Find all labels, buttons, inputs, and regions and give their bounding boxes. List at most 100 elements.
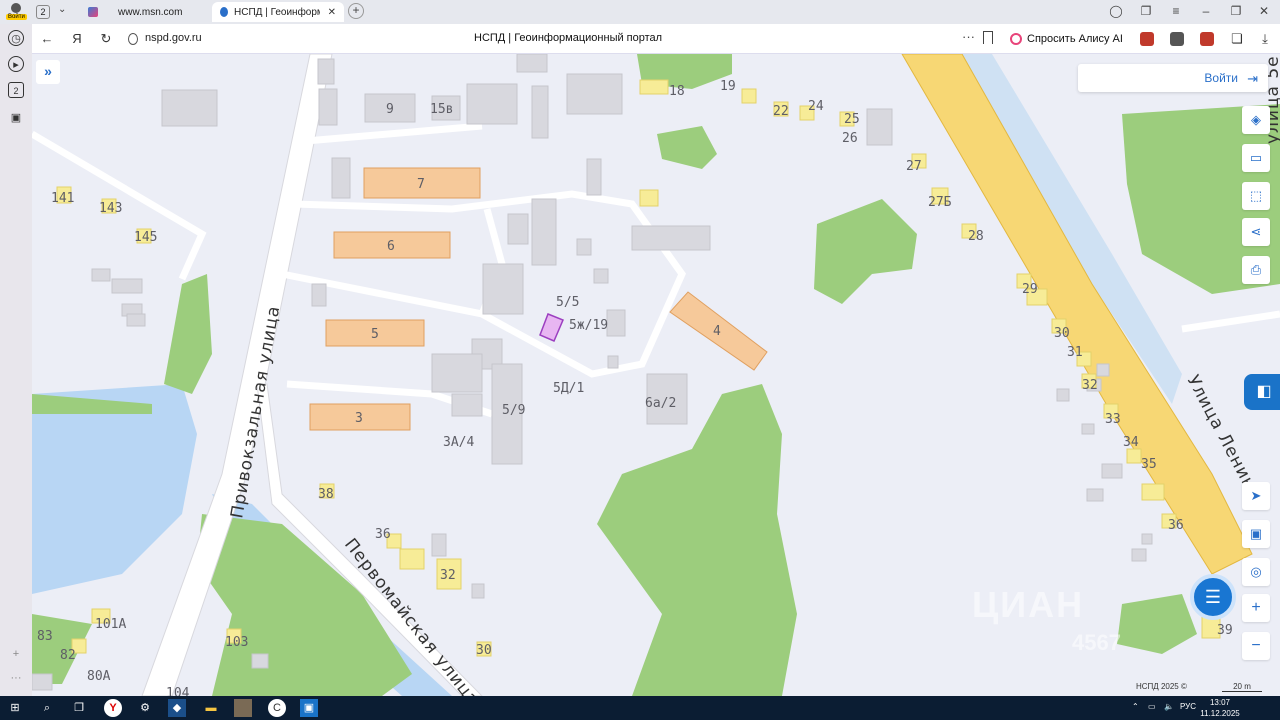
more-icon[interactable]: ··· (8, 670, 24, 686)
login-label: Войти (1204, 71, 1238, 85)
house-label: 19 (720, 79, 736, 94)
house-label: 36 (375, 527, 391, 542)
back-arrow-icon[interactable]: ← (38, 30, 56, 48)
language-indicator[interactable]: РУС (1180, 702, 1196, 711)
house-label: 31 (1067, 345, 1083, 360)
zoom-out-button[interactable]: − (1242, 632, 1270, 660)
page-title: НСПД | Геоинформационный портал (474, 32, 663, 44)
navigate-icon[interactable]: ➤ (1242, 482, 1270, 510)
location-icon[interactable]: ◎ (1242, 558, 1270, 586)
house-label: 143 (99, 201, 122, 216)
house-label: 26 (842, 131, 858, 146)
parcel-label: 5 (371, 327, 379, 342)
ask-alice-button[interactable]: Спросить Алису AI (1004, 29, 1129, 49)
share-icon[interactable]: ⋖ (1242, 218, 1270, 246)
close-window-icon[interactable]: ✕ (1256, 4, 1272, 18)
house-label: 6а/2 (645, 396, 676, 411)
house-label: 34 (1123, 435, 1139, 450)
house-label: 5/5 (556, 295, 579, 310)
chat-icon[interactable]: ☰ (1190, 574, 1236, 620)
house-label: 104 (166, 686, 190, 696)
house-label: 145 (134, 230, 157, 245)
house-label: 35 (1141, 457, 1157, 472)
tray-chevron-icon[interactable]: ⌃ (1132, 702, 1139, 711)
house-label: 25 (844, 112, 860, 127)
green-area (597, 384, 797, 696)
watermark: ЦИАН (972, 584, 1085, 625)
media-icon[interactable]: ▣ (8, 110, 24, 126)
expand-panel-button[interactable]: » (36, 60, 60, 84)
app-icon[interactable]: ◆ (168, 699, 186, 717)
house-label: 32 (1082, 378, 1098, 393)
house-label: 141 (51, 191, 74, 206)
file-explorer-icon[interactable]: ▬ (202, 699, 220, 717)
bookmark-icon[interactable] (983, 31, 993, 44)
network-icon[interactable]: ▭ (1148, 702, 1156, 711)
house-label: 15в (430, 102, 453, 117)
search-icon[interactable]: ⌕ (38, 699, 56, 717)
collections-icon[interactable]: ❏ (1228, 30, 1246, 48)
parcel-label: 4 (713, 324, 721, 339)
green-area (657, 126, 717, 169)
site-info-icon[interactable] (128, 33, 138, 45)
extension-icon[interactable] (1140, 32, 1154, 46)
map-copyright: НСПД 2025 © (1136, 682, 1187, 691)
bookmarks-icon[interactable]: ❐ (1138, 4, 1154, 18)
extension-icon[interactable] (1170, 32, 1184, 46)
profile-button[interactable]: Войти (4, 1, 28, 23)
tab-nspd[interactable]: НСПД | Геоинформаци ✕ (212, 2, 344, 22)
clock-time: 13:07 (1209, 698, 1231, 707)
reload-icon[interactable]: ↻ (97, 30, 115, 48)
restore-icon[interactable]: ❐ (1228, 4, 1244, 18)
map-canvas[interactable]: Привокзальная улица Первомайская улица У… (32, 54, 1280, 696)
close-icon[interactable]: ✕ (328, 7, 336, 18)
app-icon[interactable]: ▣ (300, 699, 318, 717)
extension-icon[interactable] (1200, 32, 1214, 46)
chevron-down-icon[interactable]: ⌄ (58, 4, 72, 15)
sidebar-count-badge[interactable]: 2 (8, 82, 24, 98)
house-label: 28 (968, 229, 984, 244)
print-icon[interactable]: ⎙ (1242, 256, 1270, 284)
login-button[interactable]: Войти ⇥ (1078, 64, 1268, 92)
play-icon[interactable]: ▸ (8, 56, 24, 72)
windows-start-icon[interactable]: ⊞ (6, 699, 24, 717)
browser-sidebar: ◷ ▸ 2 ▣ + ··· (0, 24, 32, 696)
ruler-icon[interactable]: ▭ (1242, 144, 1270, 172)
map-scale: 20 m (1222, 682, 1262, 692)
selected-parcel[interactable] (539, 313, 564, 342)
history-icon[interactable]: ◷ (8, 30, 24, 46)
house-label: 103 (225, 635, 248, 650)
menu-icon[interactable]: ≡ (1168, 4, 1184, 18)
tab-title: НСПД | Геоинформаци (234, 6, 320, 18)
user-icon (11, 3, 21, 13)
map-view[interactable]: Привокзальная улица Первомайская улица У… (32, 54, 1280, 696)
new-tab-button[interactable]: + (348, 3, 364, 19)
more-icon[interactable]: ··· (962, 29, 975, 44)
tab-msn[interactable]: www.msn.com (80, 2, 210, 22)
app-icon[interactable]: C (268, 699, 286, 717)
house-label: 101А (95, 617, 126, 632)
task-view-icon[interactable]: ❐ (70, 699, 88, 717)
volume-icon[interactable]: 🔈 (1164, 702, 1174, 711)
download-icon[interactable]: ⤓ (1256, 30, 1274, 48)
green-area (1117, 594, 1197, 654)
photo-app-icon[interactable] (234, 699, 252, 717)
account-icon[interactable]: ◯ (1108, 4, 1124, 18)
url-host[interactable]: nspd.gov.ru (145, 32, 202, 44)
house-label: 5/9 (502, 403, 525, 418)
watermark-id: 4567 (1072, 630, 1121, 655)
side-panel-icon[interactable]: ◧ (1244, 374, 1280, 410)
layers-icon[interactable]: ◈ (1242, 106, 1270, 134)
login-icon: ⇥ (1247, 71, 1258, 86)
select-area-icon[interactable]: ⬚ (1242, 182, 1270, 210)
clock[interactable]: 13:07 11.12.2025 (1196, 697, 1244, 719)
yandex-browser-icon[interactable]: Y (104, 699, 122, 717)
house-label: 9 (386, 102, 394, 117)
add-icon[interactable]: + (8, 646, 24, 662)
minimap-icon[interactable]: ▣ (1242, 520, 1270, 548)
tab-count-badge[interactable]: 2 (36, 5, 50, 19)
settings-gear-icon[interactable]: ⚙ (136, 699, 154, 717)
minimize-icon[interactable]: – (1198, 4, 1214, 18)
zoom-in-button[interactable]: + (1242, 594, 1270, 622)
yandex-icon[interactable]: Я (68, 30, 86, 48)
